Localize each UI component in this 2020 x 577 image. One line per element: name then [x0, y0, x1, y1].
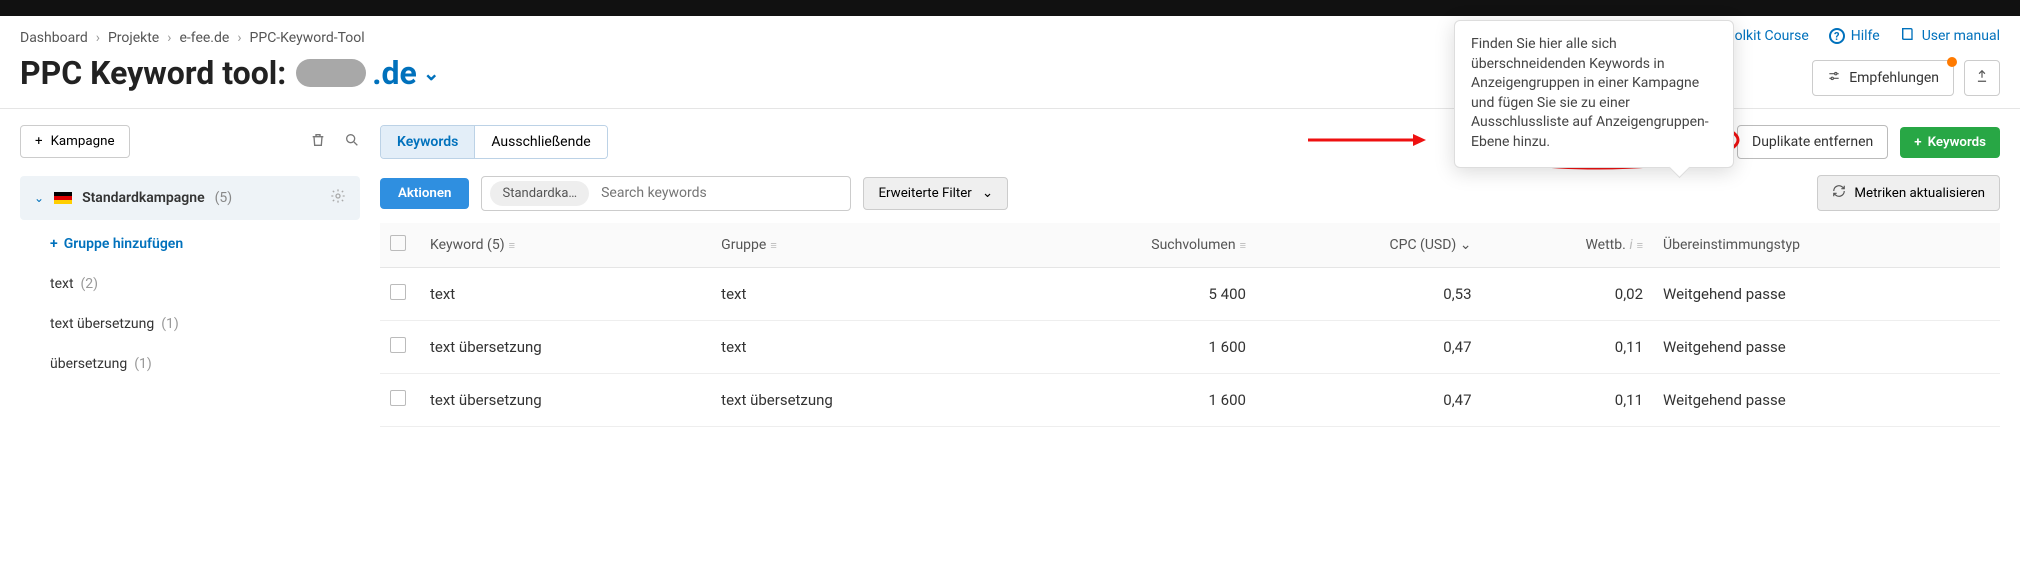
flag-de-icon — [54, 192, 72, 204]
chevron-down-icon: ⌄ — [1460, 237, 1472, 253]
book-icon — [1900, 26, 1916, 46]
cell-cpc: 0,47 — [1256, 374, 1482, 427]
cell-comp: 0,02 — [1482, 268, 1654, 321]
cell-group: text übersetzung — [711, 374, 1002, 427]
col-keyword[interactable]: Keyword (5)≡ — [420, 223, 711, 268]
keyword-type-tabs: Keywords Ausschließende — [380, 125, 608, 159]
tab-keywords[interactable]: Keywords — [381, 126, 474, 158]
sort-icon: ≡ — [1637, 239, 1643, 252]
breadcrumb-item[interactable]: e-fee.de — [179, 30, 229, 46]
campaign-name: Standardkampagne — [82, 190, 205, 206]
tab-negative[interactable]: Ausschließende — [474, 126, 606, 158]
row-checkbox[interactable] — [390, 390, 406, 406]
add-keywords-button[interactable]: +Keywords — [1900, 127, 2000, 158]
advanced-filter-button[interactable]: Erweiterte Filter⌄ — [863, 177, 1008, 210]
arrow-annotation — [1308, 130, 1428, 154]
breadcrumb-item[interactable]: Dashboard — [20, 30, 88, 46]
help-link[interactable]: ?Hilfe — [1829, 28, 1880, 44]
campaign-item[interactable]: ⌄ Standardkampagne (5) — [20, 176, 360, 220]
breadcrumb: Dashboard› Projekte› e-fee.de› PPC-Keywo… — [20, 26, 440, 54]
table-row: text übersetzungtext übersetzung1 6000,4… — [380, 374, 2000, 427]
recommendations-button[interactable]: Empfehlungen — [1812, 60, 1954, 96]
campaign-count: (5) — [215, 190, 233, 206]
col-volume[interactable]: Suchvolumen≡ — [1002, 223, 1256, 268]
toolkit-course-link[interactable]: olkit Course — [1735, 28, 1809, 44]
page-title: PPC Keyword tool: .de ⌄ — [20, 54, 440, 108]
cell-cpc: 0,53 — [1256, 268, 1482, 321]
domain-masked — [296, 59, 366, 87]
cell-match: Weitgehend passe — [1653, 268, 2000, 321]
cell-group: text — [711, 321, 1002, 374]
table-row: texttext5 4000,530,02Weitgehend passe — [380, 268, 2000, 321]
plus-icon: + — [35, 134, 43, 149]
cell-volume: 1 600 — [1002, 321, 1256, 374]
user-manual-link[interactable]: User manual — [1900, 26, 2000, 46]
chevron-down-icon: ⌄ — [982, 186, 993, 201]
add-group-button[interactable]: +Gruppe hinzufügen — [50, 224, 360, 264]
plus-icon: + — [50, 236, 58, 252]
search-input[interactable] — [597, 181, 842, 205]
trash-icon[interactable] — [310, 132, 326, 152]
sidebar-group-item[interactable]: text übersetzung (1) — [50, 304, 360, 344]
cell-match: Weitgehend passe — [1653, 321, 2000, 374]
cell-match: Weitgehend passe — [1653, 374, 2000, 427]
table-row: text übersetzungtext1 6000,470,11Weitgeh… — [380, 321, 2000, 374]
share-button[interactable] — [1964, 60, 2000, 96]
row-checkbox[interactable] — [390, 337, 406, 353]
app-topbar — [0, 0, 2020, 16]
row-checkbox[interactable] — [390, 284, 406, 300]
sort-icon: ≡ — [770, 239, 776, 252]
cell-keyword: text übersetzung — [420, 374, 711, 427]
breadcrumb-item[interactable]: PPC-Keyword-Tool — [250, 30, 365, 46]
share-icon — [1975, 69, 1989, 87]
refresh-metrics-button[interactable]: Metriken aktualisieren — [1817, 175, 2000, 211]
refresh-icon — [1832, 184, 1846, 202]
cross-negatives-tooltip: Finden Sie hier alle sich überschneidend… — [1454, 20, 1734, 168]
page-title-prefix: PPC Keyword tool: — [20, 54, 286, 92]
col-match[interactable]: Übereinstimmungstyp — [1653, 223, 2000, 268]
sliders-icon — [1827, 69, 1841, 87]
remove-duplicates-button[interactable]: Duplikate entfernen — [1737, 125, 1888, 159]
breadcrumb-item[interactable]: Projekte — [108, 30, 159, 46]
question-icon: ? — [1829, 28, 1845, 44]
cell-group: text — [711, 268, 1002, 321]
page-title-domain[interactable]: .de ⌄ — [296, 54, 439, 92]
search-container: Standardka… — [481, 176, 851, 211]
filter-chip[interactable]: Standardka… — [490, 181, 589, 206]
notification-dot-icon — [1947, 57, 1957, 67]
select-all-checkbox[interactable] — [390, 235, 406, 251]
col-group[interactable]: Gruppe≡ — [711, 223, 1002, 268]
col-comp[interactable]: Wettb. i≡ — [1482, 223, 1654, 268]
cell-comp: 0,11 — [1482, 374, 1654, 427]
actions-button[interactable]: Aktionen — [380, 178, 469, 209]
cell-comp: 0,11 — [1482, 321, 1654, 374]
sort-icon: ≡ — [1240, 239, 1246, 252]
cell-volume: 5 400 — [1002, 268, 1256, 321]
sidebar-group-item[interactable]: text (2) — [50, 264, 360, 304]
chevron-down-icon[interactable]: ⌄ — [423, 61, 440, 85]
sidebar: + Kampagne ⌄ Standardkampagne (5) +Grupp… — [20, 125, 360, 427]
chevron-down-icon[interactable]: ⌄ — [34, 191, 44, 205]
cell-keyword: text — [420, 268, 711, 321]
plus-icon: + — [1914, 135, 1921, 150]
cell-cpc: 0,47 — [1256, 321, 1482, 374]
gear-icon[interactable] — [330, 188, 346, 208]
cell-volume: 1 600 — [1002, 374, 1256, 427]
search-icon[interactable] — [344, 132, 360, 152]
col-cpc[interactable]: CPC (USD) ⌄ — [1256, 223, 1482, 268]
info-icon: i — [1629, 237, 1632, 253]
sort-icon: ≡ — [509, 239, 515, 252]
top-links: olkit Course ?Hilfe User manual — [1735, 26, 2000, 46]
cell-keyword: text übersetzung — [420, 321, 711, 374]
sidebar-group-item[interactable]: übersetzung (1) — [50, 344, 360, 384]
keywords-table: Keyword (5)≡ Gruppe≡ Suchvolumen≡ CPC (U… — [380, 223, 2000, 427]
tooltip-text: Finden Sie hier alle sich überschneidend… — [1471, 36, 1709, 150]
add-campaign-button[interactable]: + Kampagne — [20, 125, 130, 158]
